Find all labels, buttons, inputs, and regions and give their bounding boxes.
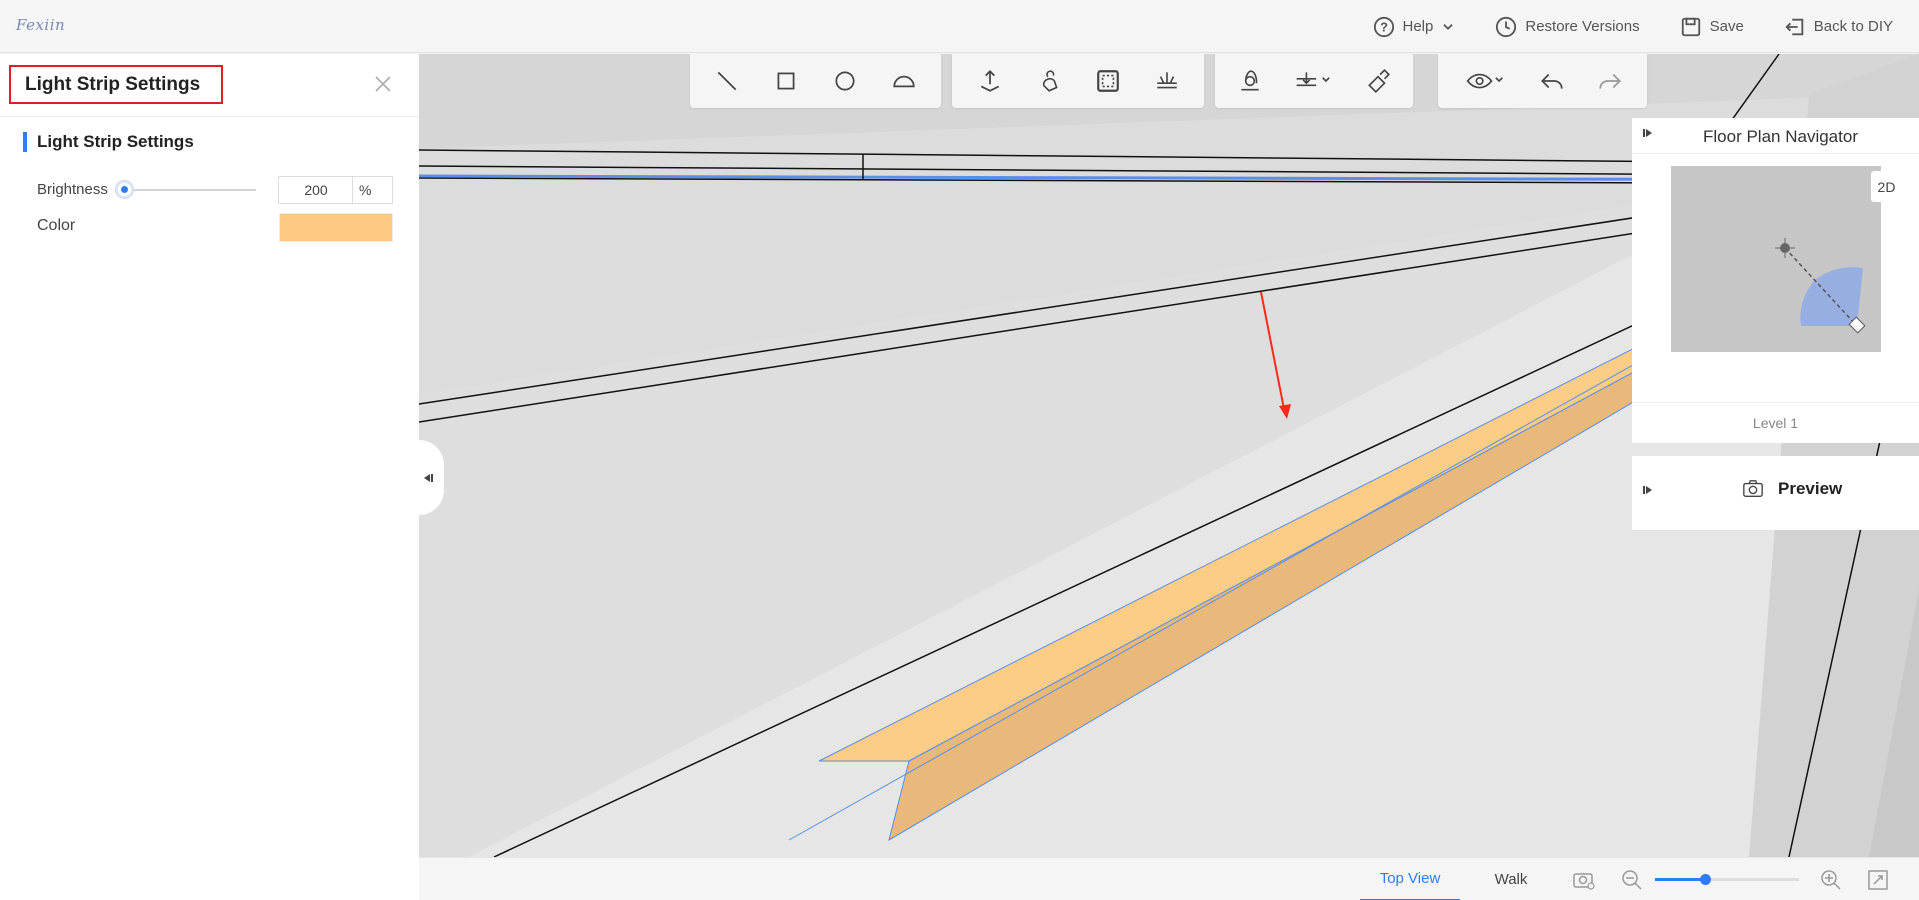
arc-tool-icon <box>893 75 915 88</box>
save-icon <box>1681 17 1700 36</box>
toolbar-draw-group <box>690 54 941 108</box>
measure-tool-icon <box>1241 70 1259 91</box>
hand-tool-icon <box>1042 70 1058 92</box>
help-button[interactable]: ? Help <box>1373 16 1456 38</box>
brightness-input[interactable]: 200 <box>278 176 353 204</box>
help-icon: ? <box>1373 16 1394 37</box>
hand-tool-button[interactable] <box>1029 61 1069 101</box>
2d-mode-button[interactable]: 2D <box>1871 171 1902 202</box>
circle-tool-icon <box>835 71 855 91</box>
top-nav: ? Help Restore Versions Save Back to DIY <box>1333 0 1893 53</box>
redo-button[interactable] <box>1590 61 1630 101</box>
expand-right-icon <box>1643 486 1652 494</box>
color-picker-swatch[interactable] <box>279 213 393 242</box>
level-selector[interactable]: Level 1 <box>1632 402 1919 431</box>
tab-top-view[interactable]: Top View <box>1360 858 1460 900</box>
zoom-slider-handle[interactable] <box>1700 874 1712 885</box>
align-dropdown-icon <box>1296 72 1330 87</box>
redo-icon <box>1599 73 1622 89</box>
brightness-slider-handle[interactable] <box>116 181 133 198</box>
fit-view-icon[interactable] <box>1866 868 1890 892</box>
bottom-bar: Top View Walk <box>419 857 1919 900</box>
zoom-in-icon[interactable] <box>1819 868 1843 892</box>
view-dropdown-icon <box>1466 73 1503 89</box>
top-bar: Fexiin ? Help Restore Versions Save Back… <box>0 0 1919 53</box>
toolbar-view-group <box>1438 54 1647 108</box>
zoom-slider-track[interactable] <box>1655 874 1799 885</box>
panel-title: Light Strip Settings <box>9 65 223 104</box>
app-logo[interactable]: Fexiin <box>16 16 65 34</box>
restore-versions-button[interactable]: Restore Versions <box>1495 16 1640 38</box>
panel-header: Light Strip Settings <box>0 54 419 117</box>
collapse-left-icon <box>424 473 433 482</box>
tab-walk[interactable]: Walk <box>1471 858 1551 900</box>
light-effect-button[interactable] <box>1147 61 1187 101</box>
screenshot-settings-icon[interactable] <box>1572 868 1596 892</box>
brightness-unit: % <box>352 176 393 204</box>
floor-plan-navigator: Floor Plan Navigator Level 1 <box>1632 118 1919 443</box>
preview-toggle[interactable] <box>1642 484 1654 499</box>
minimap-camera <box>1775 238 1866 334</box>
arc-tool-button[interactable] <box>884 61 924 101</box>
color-label: Color <box>37 217 76 234</box>
save-button[interactable]: Save <box>1680 16 1744 38</box>
zoom-slider-fill <box>1655 878 1706 881</box>
line-tool-icon <box>718 71 737 91</box>
align-dropdown-button[interactable] <box>1284 61 1344 101</box>
chevron-down-icon <box>1443 23 1454 30</box>
paint-tool-button[interactable] <box>1358 61 1398 101</box>
back-to-diy-label: Back to DIY <box>1813 18 1893 35</box>
svg-text:?: ? <box>1380 19 1388 34</box>
close-button[interactable] <box>369 70 397 98</box>
toolbar-measure-group <box>1215 54 1413 108</box>
brightness-slider-track[interactable] <box>123 189 256 191</box>
section-title: Light Strip Settings <box>23 132 194 152</box>
zoom-out-icon[interactable] <box>1620 868 1644 892</box>
preview-label: Preview <box>1778 479 1843 498</box>
circle-tool-button[interactable] <box>825 61 865 101</box>
select-area-icon <box>1096 70 1119 92</box>
rectangle-tool-button[interactable] <box>766 61 806 101</box>
floor-plan-minimap[interactable] <box>1671 166 1881 352</box>
move-tool-button[interactable] <box>970 61 1010 101</box>
help-label: Help <box>1402 18 1434 35</box>
toolbar-edit-group <box>952 54 1204 108</box>
brightness-label: Brightness <box>37 181 108 198</box>
exit-icon <box>1785 18 1804 35</box>
navigator-title: Floor Plan Navigator <box>1703 127 1858 146</box>
move-tool-icon <box>980 70 999 92</box>
light-strip-settings-panel: Light Strip Settings Light Strip Setting… <box>0 54 419 900</box>
view-dropdown-button[interactable] <box>1455 61 1515 101</box>
undo-icon <box>1541 73 1564 89</box>
close-icon <box>375 76 391 92</box>
preview-button[interactable]: Preview <box>1742 478 1842 500</box>
line-tool-button[interactable] <box>707 61 747 101</box>
rectangle-tool-icon <box>777 72 795 90</box>
undo-button[interactable] <box>1532 61 1572 101</box>
select-area-button[interactable] <box>1088 61 1128 101</box>
restore-versions-label: Restore Versions <box>1525 18 1640 35</box>
navigator-header: Floor Plan Navigator <box>1632 118 1919 154</box>
camera-icon <box>1743 480 1763 498</box>
paint-tool-icon <box>1368 69 1390 93</box>
clock-icon <box>1496 16 1517 37</box>
measure-tool-button[interactable] <box>1230 61 1270 101</box>
light-effect-icon <box>1156 72 1177 89</box>
save-label: Save <box>1709 18 1744 35</box>
back-to-diy-button[interactable]: Back to DIY <box>1784 16 1893 38</box>
preview-panel: Preview <box>1632 456 1919 530</box>
